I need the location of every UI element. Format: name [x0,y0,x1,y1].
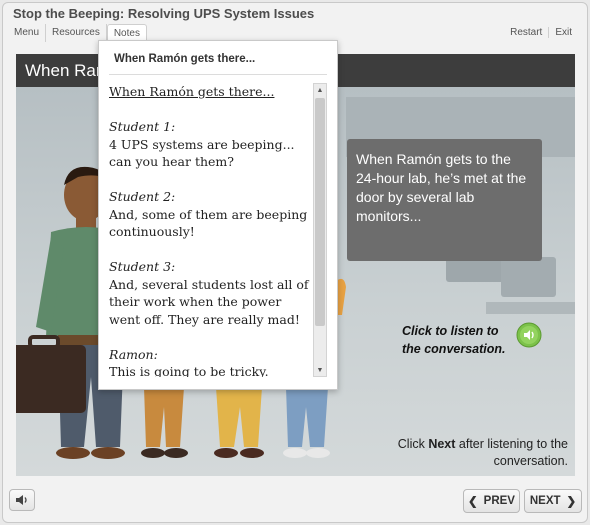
notes-text: 4 UPS systems are beeping... can you hea… [109,136,295,170]
chevron-left-icon: ❮ [468,496,478,508]
scroll-up-icon[interactable]: ▲ [314,84,326,96]
notes-panel-heading: When Ramón gets there... [114,53,256,65]
top-nav-right: Restart Exit [504,27,578,38]
instruction-post: after listening to the conversation. [455,437,568,468]
next-instruction: Click Next after listening to the conver… [393,436,568,470]
course-title: Stop the Beeping: Resolving UPS System I… [13,6,315,21]
prev-button[interactable]: ❮ PREV [463,489,520,513]
notes-content[interactable]: When Ramón gets there... Student 1: 4 UP… [109,83,313,377]
notes-speaker: Ramon: [109,346,158,362]
chevron-right-icon: ❯ [566,496,577,508]
instruction-next-word: Next [428,437,456,451]
notes-entry: Student 1: 4 UPS systems are beeping... … [109,118,313,171]
scroll-down-icon[interactable]: ▼ [314,364,326,376]
notes-speaker: Student 1: [109,119,176,134]
caption-box: When Ramón gets to the 24-hour lab, he’s… [347,139,542,261]
notes-title-line: When Ramón gets there... [109,84,275,99]
notes-text: And, several students lost all of their … [109,276,309,327]
notes-speaker: Student 3: [109,259,176,274]
exit-link[interactable]: Exit [548,27,578,38]
notes-speaker: Student 2: [109,189,176,204]
restart-link[interactable]: Restart [504,27,548,38]
audio-play-icon[interactable] [516,322,542,348]
notes-entry: Student 3: And, several students lost al… [109,258,313,328]
listen-prompt-line1: Click to listen to [402,324,499,338]
volume-button[interactable] [9,489,35,511]
notes-text: This is going to be tricky. [109,364,269,377]
next-label: NEXT [529,495,561,507]
notes-entry: Student 2: And, some of them are beeping… [109,188,313,241]
notes-scrollbar[interactable]: ▲ ▼ [313,83,327,377]
notes-entry: Ramon: This is going to be tricky. [109,346,313,378]
bottom-bar: ❮ PREV NEXT ❯ [0,478,590,525]
next-button[interactable]: NEXT ❯ [524,489,582,513]
notes-text: And, some of them are beeping continuous… [109,206,308,240]
listen-prompt-line2: the conversation. [402,342,506,356]
listen-prompt: Click to listen to the conversation. [402,322,506,358]
instruction-pre: Click [397,437,429,451]
tab-menu[interactable]: Menu [8,24,47,42]
scroll-thumb[interactable] [315,98,325,326]
notes-divider [109,74,327,75]
prev-label: PREV [483,495,515,507]
notes-panel: When Ramón gets there... When Ramón gets… [98,40,338,390]
speaker-icon [16,495,27,505]
